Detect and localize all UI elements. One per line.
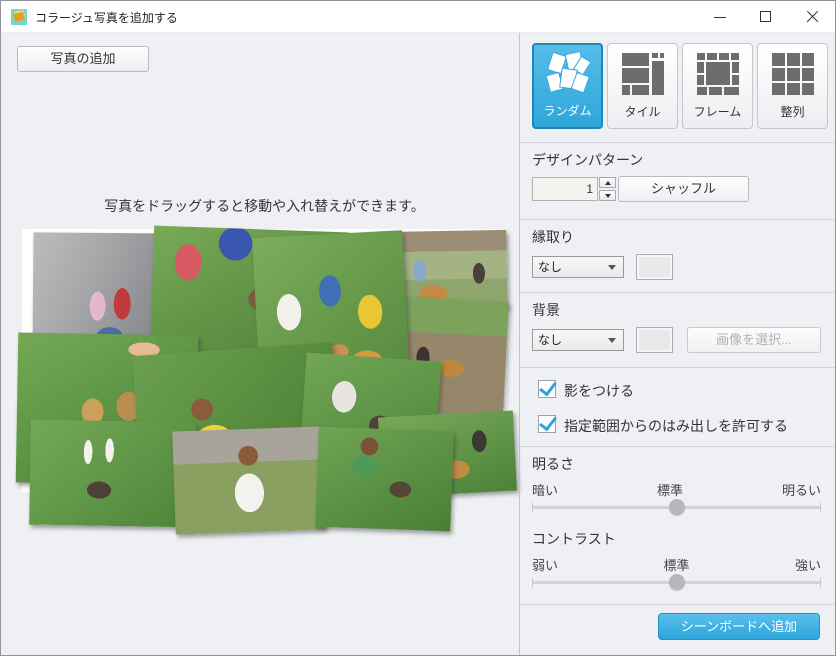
- stepper-down-button[interactable]: [599, 190, 616, 201]
- layout-button-label: ランダム: [534, 102, 601, 119]
- window-title: コラージュ写真を追加する: [35, 9, 178, 26]
- overflow-checkbox-label: 指定範囲からのはみ出しを許可する: [564, 416, 788, 436]
- dialog-content: 写真の追加 写真をドラッグすると移動や入れ替えができます。: [1, 33, 836, 656]
- brightness-label: 明るさ: [532, 454, 574, 474]
- design-pattern-input[interactable]: [532, 177, 598, 201]
- layout-button-label: フレーム: [683, 103, 752, 120]
- divider: [520, 292, 836, 293]
- contrast-label: コントラスト: [532, 529, 616, 549]
- layout-button-align[interactable]: 整列: [757, 43, 828, 129]
- layout-button-tile[interactable]: タイル: [607, 43, 678, 129]
- random-collage-icon: [546, 52, 590, 96]
- border-color-swatch[interactable]: [636, 254, 673, 280]
- background-style-select[interactable]: なし: [532, 329, 624, 351]
- brightness-mid-label: 標準: [657, 480, 683, 499]
- background-section-label: 背景: [532, 300, 560, 320]
- design-pattern-label: デザインパターン: [532, 150, 643, 170]
- contrast-mid-label: 標準: [663, 555, 689, 574]
- shadow-checkbox-label: 影をつける: [564, 381, 634, 401]
- add-photos-button[interactable]: 写真の追加: [17, 46, 149, 72]
- titlebar: コラージュ写真を追加する: [1, 1, 835, 33]
- select-image-button[interactable]: 画像を選択...: [687, 327, 821, 353]
- tile-collage-icon: [621, 52, 665, 96]
- arrow-up-icon: [605, 181, 611, 185]
- collage-photo[interactable]: [315, 427, 453, 532]
- design-pattern-stepper: [599, 177, 616, 201]
- frame-collage-icon: [696, 52, 740, 96]
- layout-type-selector: ランダム: [532, 43, 828, 129]
- drag-hint-text: 写真をドラッグすると移動や入れ替えができます。: [22, 196, 507, 216]
- brightness-min-label: 暗い: [532, 480, 558, 499]
- overflow-checkbox[interactable]: [538, 415, 556, 433]
- maximize-icon: [760, 11, 771, 22]
- grid-collage-icon: [771, 52, 815, 96]
- border-style-select[interactable]: なし: [532, 256, 624, 278]
- collage-photo[interactable]: [172, 426, 326, 534]
- divider: [520, 367, 836, 368]
- brightness-slider-thumb[interactable]: [669, 499, 685, 515]
- add-to-sceneboard-button[interactable]: シーンボードへ追加: [658, 613, 820, 640]
- minimize-icon: [714, 17, 726, 18]
- divider: [520, 604, 836, 605]
- layout-button-label: 整列: [758, 103, 827, 120]
- maximize-button[interactable]: [743, 1, 789, 33]
- contrast-max-label: 強い: [795, 555, 821, 574]
- collage-dialog-window: コラージュ写真を追加する 写真の追加 写真をドラッグすると移動や入れ替えができま…: [0, 0, 836, 656]
- settings-pane: ランダム: [520, 33, 836, 656]
- divider: [520, 142, 836, 143]
- arrow-down-icon: [605, 194, 611, 198]
- brightness-scale-labels: 暗い 標準 明るい: [532, 480, 821, 499]
- stepper-up-button[interactable]: [599, 177, 616, 188]
- close-button[interactable]: [789, 1, 835, 33]
- app-icon: [11, 9, 27, 25]
- layout-button-random[interactable]: ランダム: [532, 43, 603, 129]
- brightness-slider[interactable]: [532, 506, 821, 509]
- contrast-slider[interactable]: [532, 581, 821, 584]
- brightness-max-label: 明るい: [782, 480, 821, 499]
- background-color-swatch[interactable]: [636, 327, 673, 353]
- shuffle-button[interactable]: シャッフル: [618, 176, 749, 202]
- layout-button-frame[interactable]: フレーム: [682, 43, 753, 129]
- collage-preview-canvas[interactable]: [22, 229, 507, 492]
- contrast-slider-thumb[interactable]: [669, 574, 685, 590]
- layout-button-label: タイル: [608, 103, 677, 120]
- divider: [520, 219, 836, 220]
- divider: [520, 446, 836, 447]
- contrast-min-label: 弱い: [532, 555, 558, 574]
- border-section-label: 縁取り: [532, 227, 574, 247]
- shadow-checkbox[interactable]: [538, 380, 556, 398]
- close-icon: [806, 11, 818, 23]
- minimize-button[interactable]: [697, 1, 743, 33]
- contrast-scale-labels: 弱い 標準 強い: [532, 555, 821, 574]
- preview-pane: 写真の追加 写真をドラッグすると移動や入れ替えができます。: [1, 33, 519, 656]
- collage-photo[interactable]: [29, 420, 196, 528]
